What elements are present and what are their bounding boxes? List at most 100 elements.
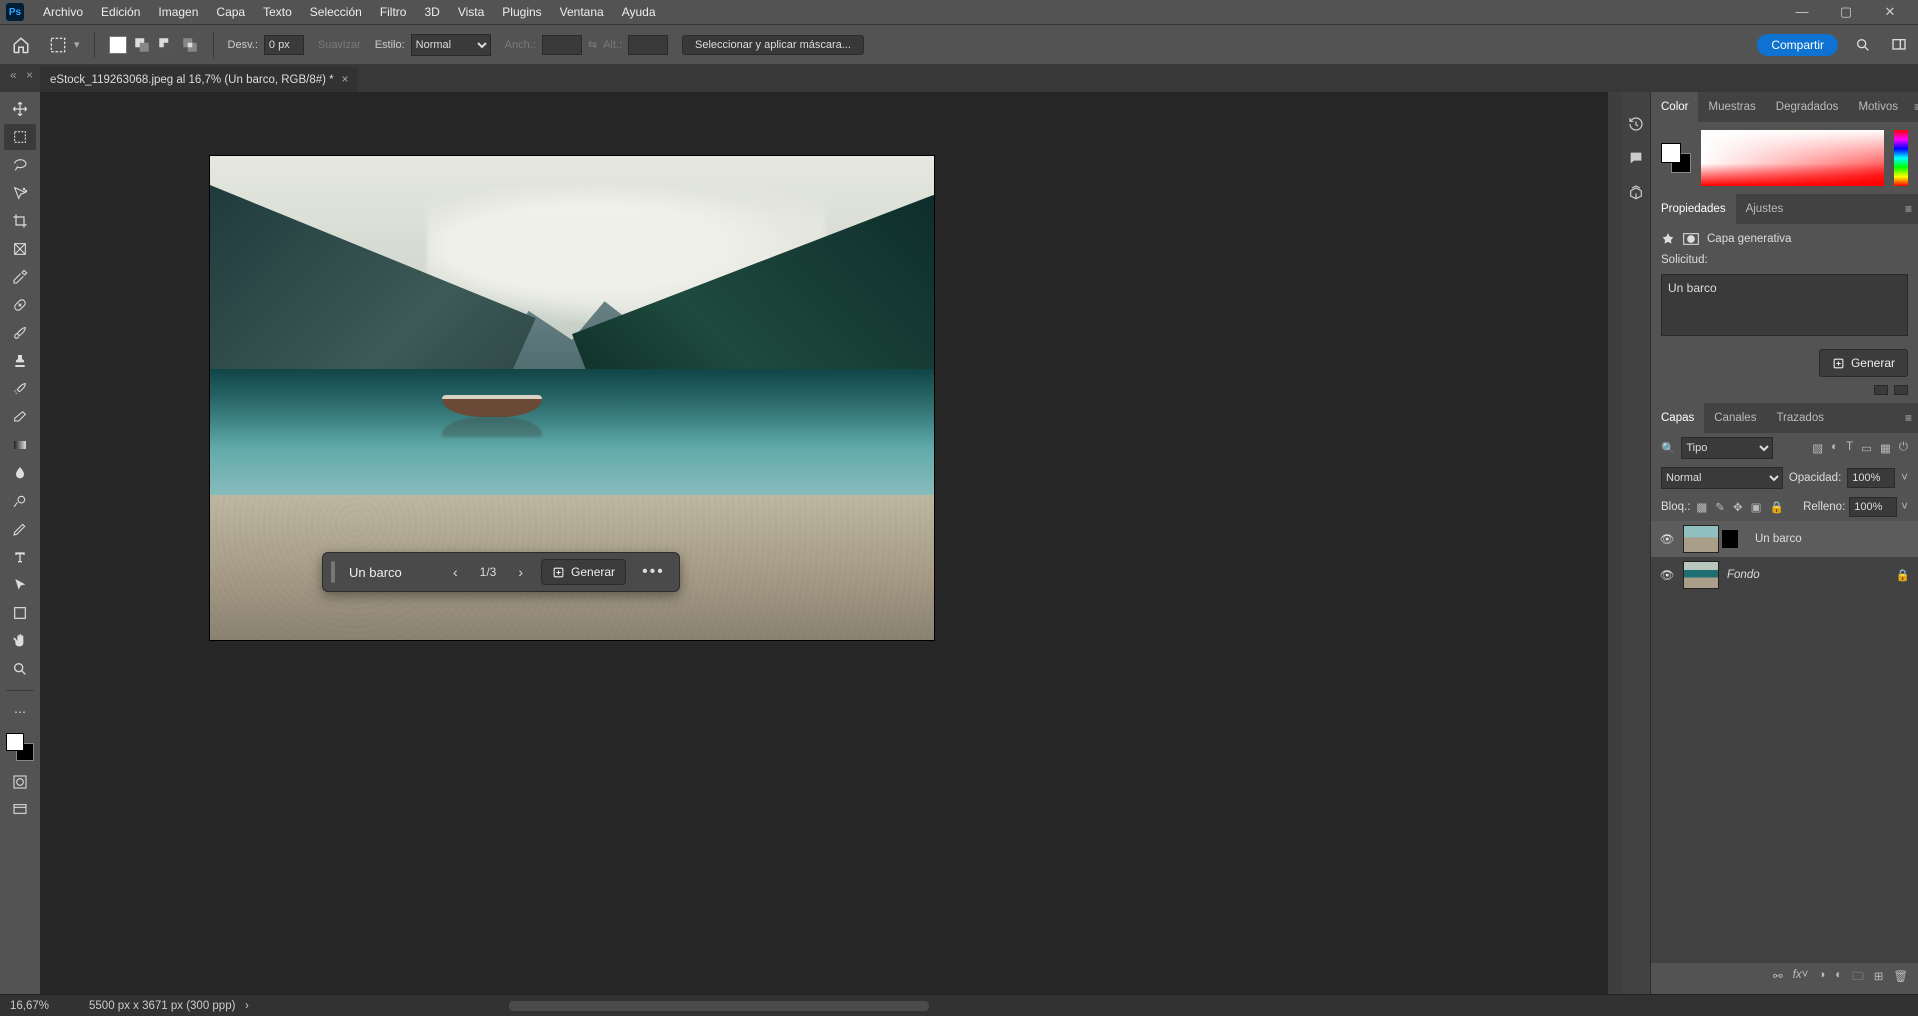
layer-row-fondo[interactable]: 👁 Fondo 🔒	[1651, 557, 1918, 593]
select-and-mask-button[interactable]: Seleccionar y aplicar máscara...	[682, 35, 864, 55]
filter-smart-icon[interactable]: ▦	[1880, 441, 1891, 455]
feather-input[interactable]	[264, 35, 304, 55]
brush-tool[interactable]	[4, 320, 36, 346]
menu-texto[interactable]: Texto	[254, 0, 301, 24]
genbar-next-button[interactable]: ›	[510, 564, 531, 580]
workspace-switch-icon[interactable]	[1888, 34, 1910, 56]
filter-toggle-icon[interactable]: ⏻	[1899, 441, 1908, 455]
layer-new-icon[interactable]: ⊞	[1874, 969, 1884, 988]
document-tab[interactable]: eStock_119263068.jpeg al 16,7% (Un barco…	[40, 67, 358, 92]
lasso-tool[interactable]	[4, 152, 36, 178]
layer-visibility-icon[interactable]: 👁	[1659, 568, 1675, 582]
lock-paint-icon[interactable]: ✎	[1715, 500, 1725, 514]
edit-toolbar-icon[interactable]: ⋯	[4, 699, 36, 725]
move-tool[interactable]	[4, 96, 36, 122]
menu-imagen[interactable]: Imagen	[149, 0, 207, 24]
shape-tool[interactable]	[4, 600, 36, 626]
tab-propiedades[interactable]: Propiedades	[1651, 194, 1736, 224]
style-select[interactable]: Normal	[411, 34, 491, 56]
color-panel-menu-icon[interactable]: ≡	[1908, 100, 1918, 114]
zoom-tool[interactable]	[4, 656, 36, 682]
menu-filtro[interactable]: Filtro	[371, 0, 416, 24]
selection-intersect-icon[interactable]	[181, 36, 199, 54]
filter-adjust-icon[interactable]: ◐	[1831, 441, 1838, 455]
antialias-checkbox-label[interactable]: Suavizar	[318, 39, 361, 51]
layer-mask-icon[interactable]: ◑	[1818, 969, 1825, 988]
menu-ayuda[interactable]: Ayuda	[613, 0, 665, 24]
blend-mode-select[interactable]: Normal	[1661, 467, 1783, 489]
libraries-panel-icon[interactable]	[1628, 184, 1644, 200]
layer-name[interactable]: Fondo	[1727, 569, 1760, 581]
menu-ventana[interactable]: Ventana	[551, 0, 613, 24]
tab-canales[interactable]: Canales	[1704, 403, 1766, 433]
canvas-area[interactable]: Un barco ‹ 1/3 › Generar •••	[40, 92, 1608, 994]
prompt-textarea[interactable]: Un barco	[1661, 274, 1908, 336]
blur-tool[interactable]	[4, 460, 36, 486]
marquee-tool[interactable]	[4, 124, 36, 150]
fill-input[interactable]	[1849, 497, 1897, 517]
quickmask-toggle[interactable]	[4, 769, 36, 795]
tab-ajustes[interactable]: Ajustes	[1736, 194, 1794, 224]
prop-view-thumb-small-icon[interactable]	[1874, 385, 1888, 395]
tab-close-all-icon[interactable]: ×	[26, 68, 33, 82]
layer-delete-icon[interactable]: 🗑	[1893, 969, 1908, 988]
lock-all-icon[interactable]: 🔒	[1769, 500, 1783, 514]
heal-tool[interactable]	[4, 292, 36, 318]
menu-seleccion[interactable]: Selección	[301, 0, 371, 24]
properties-generate-button[interactable]: Generar	[1819, 349, 1908, 377]
filter-shape-icon[interactable]: ▭	[1861, 441, 1872, 455]
history-panel-icon[interactable]	[1628, 116, 1644, 132]
gradient-tool[interactable]	[4, 432, 36, 458]
lock-transparent-icon[interactable]: ▩	[1696, 500, 1707, 514]
lock-artboard-icon[interactable]: ▣	[1751, 500, 1762, 514]
layer-thumbnail[interactable]	[1683, 525, 1719, 553]
status-zoom[interactable]: 16,67%	[10, 1000, 49, 1012]
selection-add-icon[interactable]	[133, 36, 151, 54]
genbar-more-icon[interactable]: •••	[636, 563, 671, 581]
layer-link-icon[interactable]: ⚯	[1773, 969, 1783, 988]
color-panel-swatches[interactable]	[1661, 143, 1691, 173]
menu-edicion[interactable]: Edición	[92, 0, 149, 24]
generative-fill-bar[interactable]: Un barco ‹ 1/3 › Generar •••	[322, 552, 680, 592]
menu-vista[interactable]: Vista	[449, 0, 493, 24]
selection-new-icon[interactable]	[109, 36, 127, 54]
canvas-horizontal-scrollbar[interactable]	[509, 1001, 929, 1011]
layer-filter-kind-select[interactable]: Tipo	[1681, 437, 1773, 459]
genbar-prev-button[interactable]: ‹	[445, 564, 466, 580]
layers-panel-menu-icon[interactable]: ≡	[1899, 411, 1918, 425]
window-close-button[interactable]: ✕	[1868, 4, 1912, 20]
tab-capas[interactable]: Capas	[1651, 403, 1704, 433]
document-tab-close-icon[interactable]: ×	[342, 74, 349, 86]
eraser-tool[interactable]	[4, 404, 36, 430]
tab-dock-pin-icon[interactable]: «	[10, 68, 17, 82]
layer-visibility-icon[interactable]: 👁	[1659, 532, 1675, 546]
comments-panel-icon[interactable]	[1628, 150, 1644, 166]
layer-name[interactable]: Un barco	[1755, 533, 1802, 545]
menu-capa[interactable]: Capa	[207, 0, 254, 24]
hue-slider[interactable]	[1894, 130, 1908, 186]
hand-tool[interactable]	[4, 628, 36, 654]
layer-locked-icon[interactable]: 🔒	[1896, 568, 1910, 582]
history-brush-tool[interactable]	[4, 376, 36, 402]
layer-adjust-icon[interactable]: ◐	[1835, 969, 1842, 988]
tab-trazados[interactable]: Trazados	[1766, 403, 1834, 433]
dodge-tool[interactable]	[4, 488, 36, 514]
foreground-color-swatch[interactable]	[6, 733, 24, 751]
filter-type-icon[interactable]: T	[1846, 441, 1853, 455]
color-spectrum[interactable]	[1701, 130, 1884, 186]
genbar-drag-handle[interactable]	[331, 561, 335, 583]
quick-select-tool[interactable]	[4, 180, 36, 206]
window-minimize-button[interactable]: —	[1780, 4, 1824, 20]
tab-degradados[interactable]: Degradados	[1766, 92, 1849, 122]
opacity-input[interactable]	[1847, 468, 1895, 488]
menu-archivo[interactable]: Archivo	[34, 0, 92, 24]
share-button[interactable]: Compartir	[1757, 34, 1838, 56]
window-maximize-button[interactable]: ▢	[1824, 4, 1868, 20]
stamp-tool[interactable]	[4, 348, 36, 374]
status-docinfo[interactable]: 5500 px x 3671 px (300 ppp) ›	[89, 1000, 249, 1012]
layer-group-icon[interactable]: 🗀	[1852, 969, 1864, 988]
canvas-vertical-scrollbar[interactable]	[1608, 92, 1622, 994]
layer-filter-search-icon[interactable]: 🔍	[1661, 441, 1675, 455]
layer-row-un-barco[interactable]: 👁 Un barco	[1651, 521, 1918, 557]
eyedropper-tool[interactable]	[4, 264, 36, 290]
